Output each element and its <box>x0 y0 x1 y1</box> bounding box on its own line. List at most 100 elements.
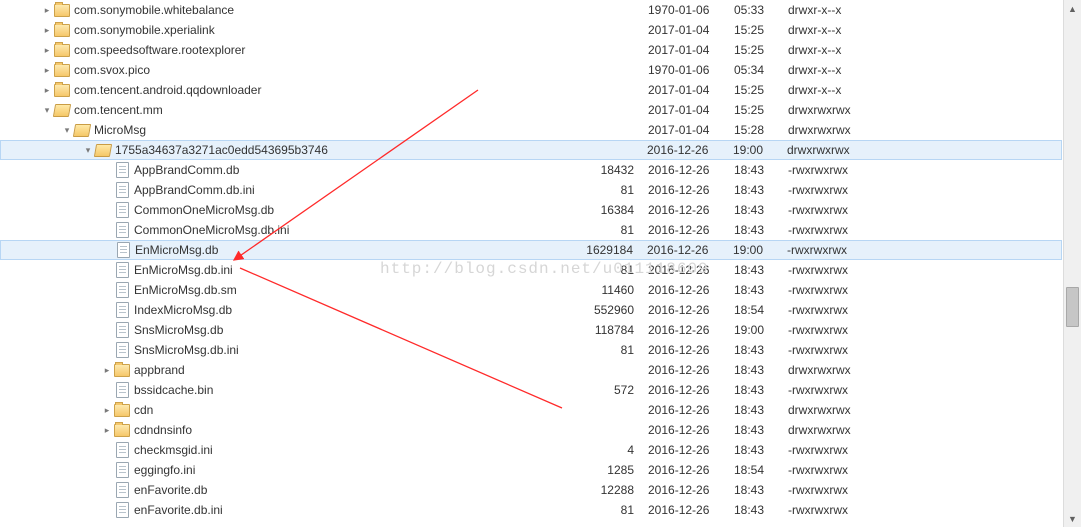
tree-file-row[interactable]: bssidcache.bin5722016-12-2618:43-rwxrwxr… <box>0 380 1062 400</box>
tree-file-row[interactable]: enFavorite.db122882016-12-2618:43-rwxrwx… <box>0 480 1062 500</box>
file-tree[interactable]: ▸com.sonymobile.whitebalance1970-01-0605… <box>0 0 1062 527</box>
row-icon <box>115 242 131 258</box>
row-name: EnMicroMsg.db <box>135 240 563 260</box>
tree-file-row[interactable]: EnMicroMsg.db.ini812016-12-2618:43-rwxrw… <box>0 260 1062 280</box>
vertical-scrollbar[interactable]: ▲ ▼ <box>1063 0 1081 527</box>
file-icon <box>116 322 129 338</box>
row-time: 18:43 <box>730 380 784 400</box>
row-date: 2016-12-26 <box>644 300 730 320</box>
tree-file-row[interactable]: SnsMicroMsg.db.ini812016-12-2618:43-rwxr… <box>0 340 1062 360</box>
tree-file-row[interactable]: enFavorite.db.ini812016-12-2618:43-rwxrw… <box>0 500 1062 520</box>
file-icon <box>116 482 129 498</box>
tree-file-row[interactable]: SnsMicroMsg.db1187842016-12-2619:00-rwxr… <box>0 320 1062 340</box>
tree-folder-row[interactable]: ▸com.tencent.android.qqdownloader2017-01… <box>0 80 1062 100</box>
row-date: 2016-12-26 <box>644 500 730 520</box>
row-date: 2016-12-26 <box>644 460 730 480</box>
row-icon <box>114 422 130 438</box>
expand-toggle-icon[interactable]: ▸ <box>40 0 54 20</box>
tree-file-row[interactable]: CommonOneMicroMsg.db.ini812016-12-2618:4… <box>0 220 1062 240</box>
tree-folder-row[interactable]: ▸appbrand2016-12-2618:43drwxrwxrwx <box>0 360 1062 380</box>
row-permissions: drwxrwxrwx <box>784 360 888 380</box>
row-permissions: drwxrwxrwx <box>784 120 888 140</box>
tree-folder-row[interactable]: ▾com.tencent.mm2017-01-0415:25drwxrwxrwx <box>0 100 1062 120</box>
tree-file-row[interactable]: eggingfo.ini12852016-12-2618:54-rwxrwxrw… <box>0 460 1062 480</box>
row-date: 1970-01-06 <box>644 60 730 80</box>
row-time: 18:43 <box>730 480 784 500</box>
tree-folder-row[interactable]: ▸cdndnsinfo2016-12-2618:43drwxrwxrwx <box>0 420 1062 440</box>
scroll-thumb[interactable] <box>1066 287 1079 327</box>
row-size: 11460 <box>564 280 644 300</box>
tree-file-row[interactable]: EnMicroMsg.db16291842016-12-2619:00-rwxr… <box>0 240 1062 260</box>
scroll-up-button[interactable]: ▲ <box>1064 0 1081 17</box>
row-date: 2016-12-26 <box>644 220 730 240</box>
file-icon <box>116 342 129 358</box>
tree-folder-row[interactable]: ▸com.sonymobile.whitebalance1970-01-0605… <box>0 0 1062 20</box>
row-permissions: -rwxrwxrwx <box>783 240 887 260</box>
collapse-toggle-icon[interactable]: ▾ <box>40 100 54 120</box>
row-name: com.tencent.mm <box>74 100 564 120</box>
row-time: 15:25 <box>730 20 784 40</box>
folder-open-icon <box>53 104 71 117</box>
folder-icon <box>54 44 70 57</box>
row-icon <box>114 402 130 418</box>
expand-toggle-icon[interactable]: ▸ <box>40 80 54 100</box>
row-icon <box>114 162 130 178</box>
scroll-down-button[interactable]: ▼ <box>1064 510 1081 527</box>
file-icon <box>116 282 129 298</box>
row-permissions: drwxr-x--x <box>784 80 888 100</box>
collapse-toggle-icon[interactable]: ▾ <box>81 140 95 160</box>
expand-toggle-icon[interactable]: ▸ <box>100 420 114 440</box>
row-permissions: -rwxrwxrwx <box>784 160 888 180</box>
tree-folder-row[interactable]: ▸com.speedsoftware.rootexplorer2017-01-0… <box>0 40 1062 60</box>
row-date: 2016-12-26 <box>644 280 730 300</box>
expand-toggle-icon[interactable]: ▸ <box>40 20 54 40</box>
tree-file-row[interactable]: checkmsgid.ini42016-12-2618:43-rwxrwxrwx <box>0 440 1062 460</box>
row-icon <box>114 362 130 378</box>
row-time: 15:25 <box>730 40 784 60</box>
row-icon <box>114 202 130 218</box>
row-date: 2016-12-26 <box>644 200 730 220</box>
row-icon <box>54 42 70 58</box>
row-icon <box>114 382 130 398</box>
row-size: 81 <box>564 220 644 240</box>
collapse-toggle-icon[interactable]: ▾ <box>60 120 74 140</box>
row-icon <box>114 182 130 198</box>
folder-icon <box>54 64 70 77</box>
expand-toggle-icon[interactable]: ▸ <box>100 360 114 380</box>
row-icon <box>114 482 130 498</box>
row-time: 18:54 <box>730 300 784 320</box>
row-permissions: -rwxrwxrwx <box>784 480 888 500</box>
tree-file-row[interactable]: EnMicroMsg.db.sm114602016-12-2618:43-rwx… <box>0 280 1062 300</box>
tree-folder-row[interactable]: ▸com.sonymobile.xperialink2017-01-0415:2… <box>0 20 1062 40</box>
expand-toggle-icon[interactable]: ▸ <box>100 400 114 420</box>
row-icon <box>54 62 70 78</box>
expand-toggle-icon[interactable]: ▸ <box>40 40 54 60</box>
row-time: 18:43 <box>730 260 784 280</box>
tree-folder-row[interactable]: ▸cdn2016-12-2618:43drwxrwxrwx <box>0 400 1062 420</box>
row-date: 2016-12-26 <box>644 400 730 420</box>
tree-folder-row[interactable]: ▸com.svox.pico1970-01-0605:34drwxr-x--x <box>0 60 1062 80</box>
file-icon <box>116 162 129 178</box>
row-size: 81 <box>564 340 644 360</box>
row-date: 2016-12-26 <box>644 260 730 280</box>
row-date: 2016-12-26 <box>644 340 730 360</box>
row-permissions: drwxrwxrwx <box>784 420 888 440</box>
tree-file-row[interactable]: AppBrandComm.db184322016-12-2618:43-rwxr… <box>0 160 1062 180</box>
tree-folder-row[interactable]: ▾1755a34637a3271ac0edd543695b37462016-12… <box>0 140 1062 160</box>
tree-folder-row[interactable]: ▾MicroMsg2017-01-0415:28drwxrwxrwx <box>0 120 1062 140</box>
row-time: 18:43 <box>730 500 784 520</box>
row-name: com.speedsoftware.rootexplorer <box>74 40 564 60</box>
scroll-track[interactable] <box>1064 17 1081 510</box>
tree-file-row[interactable]: IndexMicroMsg.db5529602016-12-2618:54-rw… <box>0 300 1062 320</box>
tree-file-row[interactable]: CommonOneMicroMsg.db163842016-12-2618:43… <box>0 200 1062 220</box>
row-name: CommonOneMicroMsg.db <box>134 200 564 220</box>
row-name: CommonOneMicroMsg.db.ini <box>134 220 564 240</box>
row-permissions: drwxr-x--x <box>784 0 888 20</box>
row-time: 18:43 <box>730 400 784 420</box>
folder-icon <box>54 84 70 97</box>
row-size: 18432 <box>564 160 644 180</box>
tree-file-row[interactable]: AppBrandComm.db.ini812016-12-2618:43-rwx… <box>0 180 1062 200</box>
row-date: 2017-01-04 <box>644 80 730 100</box>
row-date: 2016-12-26 <box>644 180 730 200</box>
expand-toggle-icon[interactable]: ▸ <box>40 60 54 80</box>
